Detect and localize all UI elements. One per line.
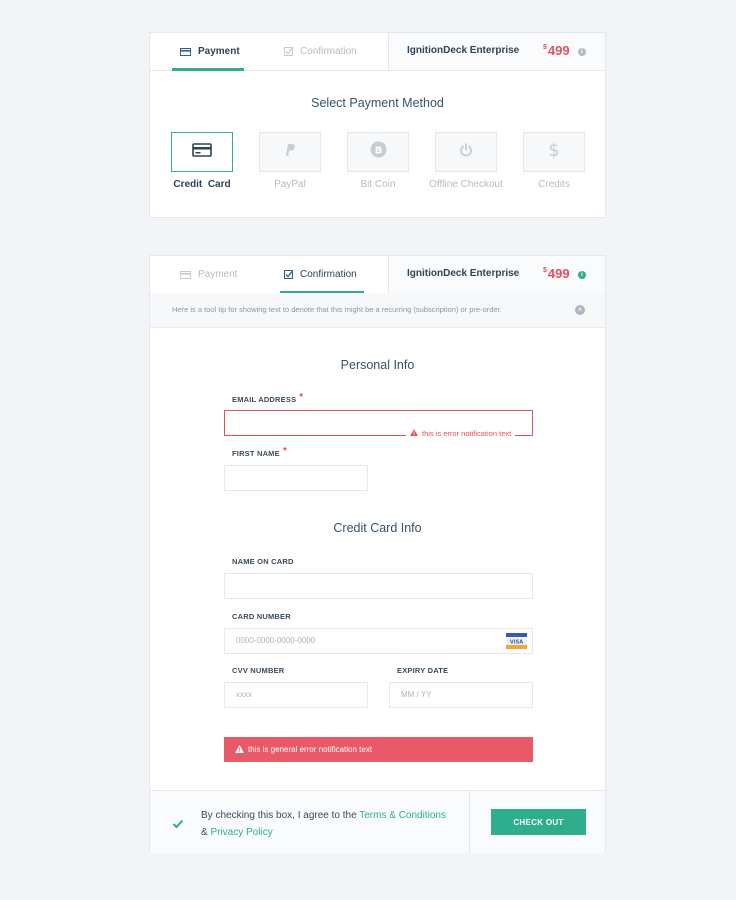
checkout-footer: By checking this box, I agree to the Ter… bbox=[150, 790, 605, 853]
card-number-field[interactable]: 0000-0000-0000-0000 VISA bbox=[224, 628, 533, 654]
credit-card-info-title: Credit Card Info bbox=[333, 521, 422, 535]
expiry-label: EXPIRY DATE bbox=[397, 666, 449, 675]
first-name-field[interactable] bbox=[224, 465, 368, 491]
product-price: $499 bbox=[543, 43, 570, 58]
method-credits[interactable]: $ Credits bbox=[523, 132, 585, 190]
personal-info-title: Personal Info bbox=[340, 358, 415, 372]
confirmation-card: Payment Confirmation IgnitionDeck Enterp… bbox=[149, 255, 606, 853]
agree-text: By checking this box, I agree to the Ter… bbox=[201, 807, 446, 841]
email-error-text: this is error notification text bbox=[422, 429, 512, 438]
method-credit-card[interactable]: Credit Card bbox=[171, 132, 233, 190]
tab-confirmation[interactable]: Confirmation bbox=[284, 256, 357, 293]
method-box bbox=[171, 132, 233, 172]
tab-label: Payment bbox=[198, 46, 240, 57]
price-value: 499 bbox=[547, 266, 570, 281]
bitcoin-icon: B bbox=[370, 141, 387, 163]
name-on-card-field[interactable] bbox=[224, 573, 533, 599]
general-error-text: this is general error notification text bbox=[248, 745, 373, 754]
check-box-icon bbox=[284, 270, 293, 279]
paypal-icon bbox=[284, 143, 296, 162]
privacy-link[interactable]: Privacy Policy bbox=[210, 827, 272, 838]
name-on-card-label: NAME ON CARD bbox=[232, 557, 294, 566]
method-paypal[interactable]: PayPal bbox=[259, 132, 321, 190]
card-icon bbox=[180, 47, 191, 56]
tab-confirmation[interactable]: Confirmation bbox=[284, 33, 357, 70]
product-name: IgnitionDeck Enterprise bbox=[407, 45, 520, 56]
method-box: $ bbox=[523, 132, 585, 172]
tab-payment[interactable]: Payment bbox=[180, 33, 240, 70]
credit-card-icon bbox=[192, 142, 212, 162]
required-marker: * bbox=[282, 446, 287, 457]
visa-card-icon: VISA bbox=[506, 633, 527, 649]
agree-prefix: By checking this box, I agree to the bbox=[201, 810, 360, 821]
required-marker: * bbox=[299, 392, 304, 403]
svg-text:B: B bbox=[374, 145, 382, 156]
general-error-banner: this is general error notification text bbox=[224, 737, 533, 762]
currency-symbol: $ bbox=[543, 267, 547, 274]
expiry-placeholder: MM / YY bbox=[401, 690, 432, 699]
method-box bbox=[259, 132, 321, 172]
section-title: Select Payment Method bbox=[311, 96, 444, 110]
product-name: IgnitionDeck Enterprise bbox=[407, 268, 520, 279]
card-number-placeholder: 0000-0000-0000-0000 bbox=[236, 636, 316, 645]
info-icon[interactable]: i bbox=[578, 271, 586, 279]
email-error: this is error notification text bbox=[406, 429, 516, 438]
tooltip-text: Here is a tool tip for showing text to d… bbox=[172, 305, 502, 314]
checkout-button[interactable]: CHECK OUT bbox=[491, 809, 586, 835]
method-bitcoin[interactable]: B Bit Coin bbox=[347, 132, 409, 190]
product-summary: IgnitionDeck Enterprise $499 i bbox=[388, 33, 605, 70]
terms-link[interactable]: Terms & Conditions bbox=[359, 810, 446, 821]
tab-label: Payment bbox=[198, 269, 238, 280]
product-summary: IgnitionDeck Enterprise $499 i bbox=[388, 256, 605, 293]
method-box bbox=[435, 132, 497, 172]
method-label: Credit Card bbox=[173, 179, 231, 190]
card-icon bbox=[180, 270, 191, 279]
tab-payment[interactable]: Payment bbox=[180, 256, 237, 293]
warning-icon bbox=[235, 744, 244, 755]
tab-label: Confirmation bbox=[300, 46, 357, 57]
method-label: PayPal bbox=[274, 179, 306, 190]
method-box: B bbox=[347, 132, 409, 172]
method-label: Credits bbox=[538, 179, 570, 190]
expiry-field[interactable]: MM / YY bbox=[389, 682, 533, 708]
active-tab-indicator bbox=[172, 68, 244, 71]
tooltip-bar: Here is a tool tip for showing text to d… bbox=[150, 293, 605, 328]
first-name-label-text: FIRST NAME bbox=[232, 449, 280, 458]
cvv-placeholder: xxxx bbox=[236, 690, 252, 699]
method-label: Bit Coin bbox=[360, 179, 396, 190]
power-icon bbox=[459, 142, 473, 162]
agree-checkbox[interactable] bbox=[172, 817, 184, 829]
card-number-label: CARD NUMBER bbox=[232, 612, 291, 621]
price-value: 499 bbox=[547, 43, 570, 58]
terms-area: By checking this box, I agree to the Ter… bbox=[150, 791, 470, 853]
first-name-label: FIRST NAME * bbox=[232, 446, 287, 459]
email-label-text: EMAIL ADDRESS bbox=[232, 395, 297, 404]
tab-label: Confirmation bbox=[300, 269, 357, 280]
currency-symbol: $ bbox=[543, 44, 547, 51]
method-label: Offline Checkout bbox=[429, 179, 503, 190]
cvv-label: CVV NUMBER bbox=[232, 666, 285, 675]
cvv-field[interactable]: xxxx bbox=[224, 682, 368, 708]
warning-icon bbox=[410, 429, 418, 438]
checkout-tabs: Payment Confirmation IgnitionDeck Enterp… bbox=[150, 256, 605, 294]
svg-text:$: $ bbox=[548, 140, 559, 160]
dollar-icon: $ bbox=[548, 140, 560, 165]
product-price: $499 bbox=[543, 266, 570, 281]
card-brand-text: VISA bbox=[510, 640, 523, 646]
check-box-icon bbox=[284, 47, 293, 56]
close-icon[interactable]: × bbox=[575, 305, 585, 315]
email-label: EMAIL ADDRESS * bbox=[232, 392, 304, 405]
info-icon[interactable]: i bbox=[578, 48, 586, 56]
payment-method-card: Payment Confirmation IgnitionDeck Enterp… bbox=[149, 32, 606, 218]
method-offline-checkout[interactable]: Offline Checkout bbox=[429, 132, 503, 190]
checkout-tabs: Payment Confirmation IgnitionDeck Enterp… bbox=[150, 33, 605, 71]
